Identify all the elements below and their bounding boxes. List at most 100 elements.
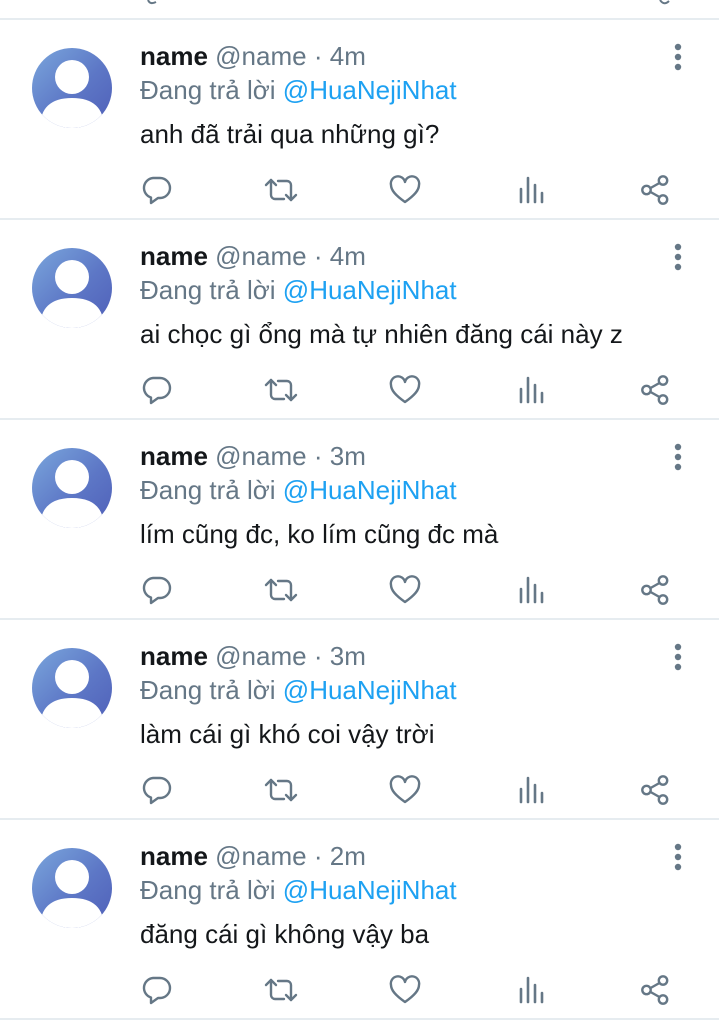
share-button[interactable] xyxy=(635,170,675,210)
stats-button[interactable] xyxy=(511,570,551,610)
more-options-button[interactable] xyxy=(664,840,692,874)
like-button[interactable] xyxy=(385,570,425,610)
reply-mention-link[interactable]: @HuaNejiNhat xyxy=(283,475,457,505)
tweet-timestamp[interactable]: 3m xyxy=(330,441,366,471)
user-handle[interactable]: @name xyxy=(215,241,306,271)
stats-icon-partial xyxy=(146,0,158,6)
share-button[interactable] xyxy=(635,970,675,1010)
tweet-timestamp[interactable]: 4m xyxy=(330,41,366,71)
tweet-item[interactable]: name @name · 2m Đang trả lời @HuaNejiNha… xyxy=(0,818,719,1020)
avatar[interactable] xyxy=(32,848,112,928)
display-name[interactable]: name xyxy=(140,841,208,871)
more-options-button[interactable] xyxy=(664,40,692,74)
display-name[interactable]: name xyxy=(140,441,208,471)
tweet-text: ai chọc gì ổng mà tự nhiên đăng cái này … xyxy=(140,319,623,349)
reply-button[interactable] xyxy=(137,370,177,410)
display-name[interactable]: name xyxy=(140,241,208,271)
tweet-actions xyxy=(0,970,719,1010)
stats-button[interactable] xyxy=(511,770,551,810)
default-avatar-icon xyxy=(40,60,104,128)
reply-mention-link[interactable]: @HuaNejiNhat xyxy=(283,275,457,305)
user-handle[interactable]: @name xyxy=(215,641,306,671)
retweet-button[interactable] xyxy=(261,770,301,810)
heart-icon xyxy=(389,175,421,204)
more-options-button[interactable] xyxy=(664,240,692,274)
retweet-button[interactable] xyxy=(261,370,301,410)
tweet-timestamp[interactable]: 2m xyxy=(330,841,366,871)
tweet-header: name @name · 4m xyxy=(140,240,366,272)
reply-mention-link[interactable]: @HuaNejiNhat xyxy=(283,75,457,105)
share-icon xyxy=(641,375,669,405)
separator-dot: · xyxy=(313,41,323,71)
replying-to-label: Đang trả lời xyxy=(140,75,276,105)
reply-button[interactable] xyxy=(137,570,177,610)
replying-to-line: Đang trả lời @HuaNejiNhat xyxy=(140,674,457,706)
avatar[interactable] xyxy=(32,448,112,528)
tweet-actions xyxy=(0,370,719,410)
bar-chart-icon xyxy=(519,176,544,204)
retweet-button[interactable] xyxy=(261,170,301,210)
share-button[interactable] xyxy=(635,370,675,410)
retweet-icon xyxy=(264,578,298,602)
retweet-icon xyxy=(264,378,298,402)
tweet-item[interactable]: name @name · 4m Đang trả lời @HuaNejiNha… xyxy=(0,218,719,418)
user-handle[interactable]: @name xyxy=(215,441,306,471)
like-button[interactable] xyxy=(385,970,425,1010)
retweet-icon xyxy=(264,978,298,1002)
more-options-button[interactable] xyxy=(664,640,692,674)
tweet-actions xyxy=(0,770,719,810)
stats-button[interactable] xyxy=(511,370,551,410)
default-avatar-icon xyxy=(40,660,104,728)
tweet-item[interactable]: name @name · 4m Đang trả lời @HuaNejiNha… xyxy=(0,18,719,218)
replying-to-line: Đang trả lời @HuaNejiNhat xyxy=(140,274,457,306)
share-icon xyxy=(641,975,669,1005)
more-icon xyxy=(674,643,682,671)
tweet-item[interactable]: name @name · 3m Đang trả lời @HuaNejiNha… xyxy=(0,418,719,618)
share-button[interactable] xyxy=(635,570,675,610)
stats-button[interactable] xyxy=(511,970,551,1010)
like-button[interactable] xyxy=(385,170,425,210)
more-options-button[interactable] xyxy=(664,440,692,474)
heart-icon xyxy=(389,975,421,1004)
reply-button[interactable] xyxy=(137,770,177,810)
display-name[interactable]: name xyxy=(140,641,208,671)
reply-icon xyxy=(142,776,172,805)
avatar[interactable] xyxy=(32,48,112,128)
tweet-text: làm cái gì khó coi vậy trời xyxy=(140,719,435,749)
replying-to-label: Đang trả lời xyxy=(140,475,276,505)
share-icon-partial xyxy=(658,0,670,6)
tweet-actions xyxy=(0,570,719,610)
share-icon xyxy=(641,575,669,605)
reply-button[interactable] xyxy=(137,970,177,1010)
reply-icon xyxy=(142,176,172,205)
tweet-timestamp[interactable]: 4m xyxy=(330,241,366,271)
user-handle[interactable]: @name xyxy=(215,41,306,71)
reply-mention-link[interactable]: @HuaNejiNhat xyxy=(283,875,457,905)
retweet-button[interactable] xyxy=(261,970,301,1010)
reply-icon xyxy=(142,976,172,1005)
reply-button[interactable] xyxy=(137,170,177,210)
like-button[interactable] xyxy=(385,770,425,810)
tweet-header: name @name · 3m xyxy=(140,440,366,472)
share-button[interactable] xyxy=(635,770,675,810)
stats-button[interactable] xyxy=(511,170,551,210)
replying-to-label: Đang trả lời xyxy=(140,875,276,905)
tweet-item[interactable]: name @name · 3m Đang trả lời @HuaNejiNha… xyxy=(0,618,719,818)
reply-mention-link[interactable]: @HuaNejiNhat xyxy=(283,675,457,705)
avatar[interactable] xyxy=(32,248,112,328)
heart-icon xyxy=(389,575,421,604)
avatar[interactable] xyxy=(32,648,112,728)
like-button[interactable] xyxy=(385,370,425,410)
tweet-text: lím cũng đc, ko lím cũng đc mà xyxy=(140,519,499,549)
share-icon xyxy=(641,175,669,205)
tweet-header: name @name · 2m xyxy=(140,840,366,872)
reply-feed: name @name · 4m Đang trả lời @HuaNejiNha… xyxy=(0,18,719,1020)
display-name[interactable]: name xyxy=(140,41,208,71)
tweet-actions xyxy=(0,170,719,210)
default-avatar-icon xyxy=(40,260,104,328)
default-avatar-icon xyxy=(40,860,104,928)
user-handle[interactable]: @name xyxy=(215,841,306,871)
retweet-button[interactable] xyxy=(261,570,301,610)
tweet-timestamp[interactable]: 3m xyxy=(330,641,366,671)
share-icon xyxy=(641,775,669,805)
